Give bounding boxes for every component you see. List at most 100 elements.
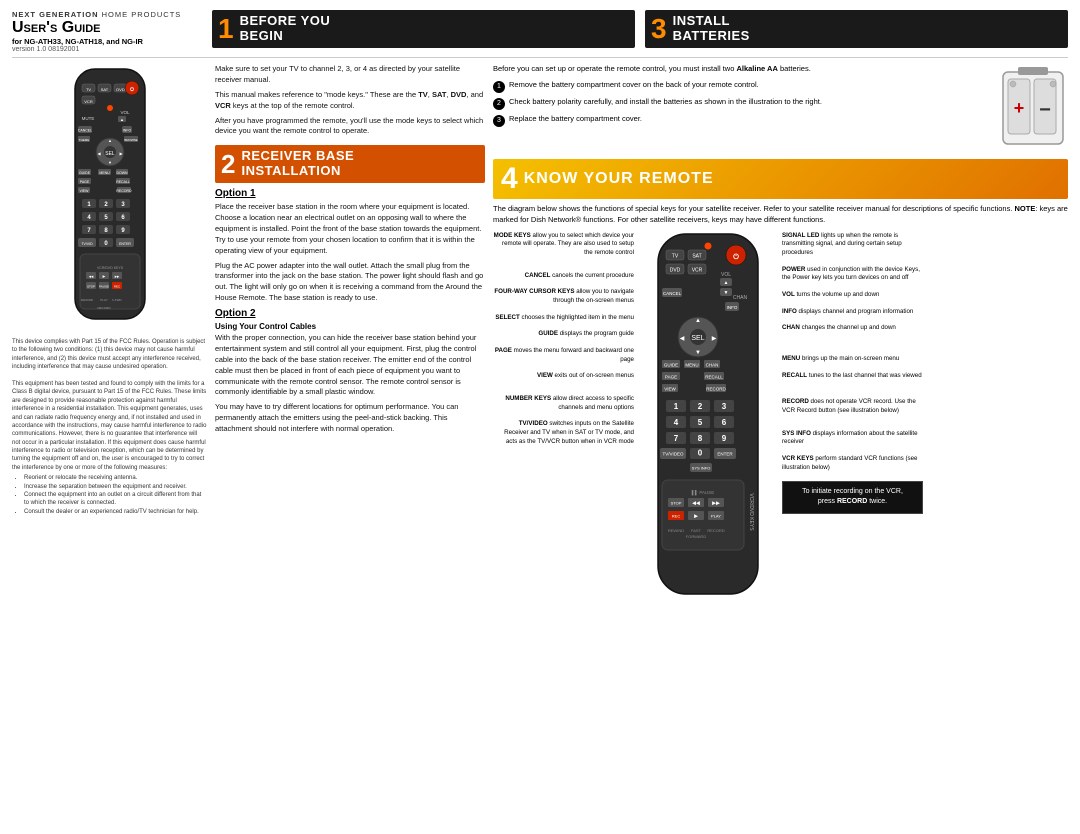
section2: 2 RECEIVER BASEINSTALLATION Option 1 Pla…	[215, 145, 485, 435]
fcc-bullet-3: Connect the equipment into an outlet on …	[24, 491, 207, 508]
svg-text:▶▶: ▶▶	[712, 500, 720, 506]
col-right: Before you can set up or operate the rem…	[493, 64, 1068, 824]
label-guide: GUIDE displays the program guide	[493, 330, 634, 339]
option2-body1: With the proper connection, you can hide…	[215, 333, 485, 398]
battery-illustration: + −	[998, 64, 1068, 151]
svg-text:RECORD: RECORD	[116, 189, 132, 193]
label-page: PAGE moves the menu forward and backward…	[493, 347, 634, 364]
label-mode-keys: MODE KEYS allow you to select which devi…	[493, 232, 634, 258]
fcc-body1: This device complies with Part 15 of the…	[12, 338, 207, 372]
label-recall: RECALL tunes to the last channel that wa…	[782, 372, 923, 381]
remote-center-diagram: TV SAT ⏻ DVD VCR	[638, 232, 778, 614]
section3-body: Before you can set up or operate the rem…	[493, 64, 1068, 151]
remote-svg: TV SAT DVD ⏻ VCR MUTE VOL	[60, 64, 160, 324]
svg-text:4: 4	[674, 418, 679, 427]
svg-text:RECORD: RECORD	[97, 306, 111, 310]
section1-body: Make sure to set your TV to channel 2, 3…	[215, 64, 485, 137]
svg-text:▼: ▼	[695, 350, 701, 356]
label-sys-info: SYS INFO displays information about the …	[782, 430, 923, 447]
section4-intro: The diagram below shows the functions of…	[493, 204, 1068, 226]
battery-svg: + −	[998, 64, 1068, 149]
for-models: for NG-ATH33, NG-ATH18, and NG-IR	[12, 37, 212, 46]
section2-number: 2	[221, 151, 235, 177]
svg-text:RECALL: RECALL	[705, 374, 723, 379]
version: version 1.0 08192001	[12, 46, 212, 53]
svg-text:MUTE: MUTE	[81, 116, 94, 121]
svg-text:MENU: MENU	[685, 362, 698, 367]
label-record: RECORD does not operate VCR record. Use …	[782, 398, 923, 415]
option1-heading: Option 1	[215, 188, 485, 199]
fcc-bullets: Reorient or relocate the receiving anten…	[12, 474, 207, 516]
svg-text:VIEW: VIEW	[79, 189, 89, 193]
fcc-bullet-1: Reorient or relocate the receiving anten…	[24, 474, 207, 482]
section1-number: 1	[218, 15, 234, 43]
fcc-bullet-2: Increase the separation between the equi…	[24, 483, 207, 491]
option1-body2: Plug the AC power adapter into the wall …	[215, 261, 485, 305]
label-cancel: CANCEL cancels the current procedure	[493, 272, 634, 281]
batteries-step2: 2 Check battery polarity carefully, and …	[493, 97, 990, 110]
svg-text:▶: ▶	[694, 513, 698, 519]
svg-text:▼: ▼	[108, 160, 112, 165]
svg-text:TV: TV	[85, 87, 90, 92]
svg-text:9: 9	[722, 434, 727, 443]
svg-text:REWIND: REWIND	[80, 298, 93, 302]
svg-text:PAUSE: PAUSE	[99, 285, 109, 289]
svg-text:◀: ◀	[680, 336, 685, 342]
svg-text:▼: ▼	[724, 290, 729, 296]
svg-text:▲: ▲	[108, 138, 112, 143]
section3-title: INSTALLBATTERIES	[673, 14, 750, 44]
svg-text:▶: ▶	[712, 336, 717, 342]
label-vcr-keys: VCR KEYS perform standard VCR functions …	[782, 455, 923, 472]
section4: 4 KNOW YOUR REMOTE The diagram below sho…	[493, 159, 1068, 614]
svg-text:FAST: FAST	[691, 528, 702, 533]
fcc-bullet-4: Consult the dealer or an experienced rad…	[24, 508, 207, 516]
svg-text:GUIDE: GUIDE	[664, 362, 678, 367]
section2-header: 2 RECEIVER BASEINSTALLATION	[215, 145, 485, 183]
svg-text:PLAY: PLAY	[100, 298, 107, 302]
brand-name: Next Generation Home Products	[12, 10, 212, 19]
option1-body1: Place the receiver base station in the r…	[215, 202, 485, 256]
svg-text:VOL: VOL	[721, 272, 731, 278]
section4-number: 4	[501, 164, 518, 194]
svg-text:STOP: STOP	[86, 285, 94, 289]
option2-heading: Option 2	[215, 308, 485, 319]
svg-text:0: 0	[698, 448, 703, 457]
col-middle: Make sure to set your TV to channel 2, 3…	[215, 64, 485, 824]
label-four-way: FOUR-WAY CURSOR KEYS allow you to naviga…	[493, 288, 634, 305]
svg-text:−: −	[1039, 99, 1051, 121]
svg-text:PAGE: PAGE	[79, 180, 89, 184]
svg-text:ENTER: ENTER	[119, 242, 131, 246]
section1-p2: This manual makes reference to "mode key…	[215, 90, 485, 112]
svg-text:RECALL: RECALL	[116, 180, 130, 184]
batteries-steps: 1 Remove the battery compartment cover o…	[493, 80, 990, 127]
svg-text:3: 3	[722, 402, 727, 411]
svg-text:REC: REC	[113, 285, 120, 289]
svg-text:5: 5	[698, 418, 703, 427]
svg-text:2: 2	[698, 402, 703, 411]
svg-text:▲: ▲	[695, 318, 701, 324]
section3-intro: Before you can set up or operate the rem…	[493, 64, 990, 75]
svg-text:PAGE: PAGE	[665, 374, 677, 379]
col-left: TV SAT DVD ⏻ VCR MUTE VOL	[12, 64, 207, 824]
label-info: INFO displays channel and program inform…	[782, 308, 923, 317]
svg-text:VOL: VOL	[120, 110, 130, 115]
svg-text:6: 6	[722, 418, 727, 427]
svg-text:SEL: SEL	[105, 151, 115, 157]
svg-text:TV/VID: TV/VID	[81, 242, 93, 246]
svg-text:▌▌ PAUSE: ▌▌ PAUSE	[692, 489, 715, 496]
svg-text:VIEW: VIEW	[664, 386, 676, 391]
section3-number: 3	[651, 15, 667, 43]
section4-title: KNOW YOUR REMOTE	[524, 170, 714, 188]
svg-text:CHAN: CHAN	[706, 362, 719, 367]
label-power: POWER used in conjunction with the devic…	[782, 266, 923, 283]
label-number-keys: NUMBER KEYS allow direct access to speci…	[493, 395, 634, 412]
step3-num: 3	[493, 115, 505, 127]
svg-text:PLAY: PLAY	[711, 513, 721, 518]
brand-section: Next Generation Home Products User's Gui…	[12, 10, 212, 53]
svg-text:FORWARD: FORWARD	[686, 534, 707, 539]
label-signal-led: SIGNAL LED lights up when the remote is …	[782, 232, 923, 258]
svg-text:STOP: STOP	[671, 500, 682, 505]
remote-diagram-svg: TV SAT ⏻ DVD VCR	[638, 232, 778, 612]
svg-text:SEL: SEL	[691, 335, 704, 342]
svg-text:MENU: MENU	[99, 171, 110, 175]
